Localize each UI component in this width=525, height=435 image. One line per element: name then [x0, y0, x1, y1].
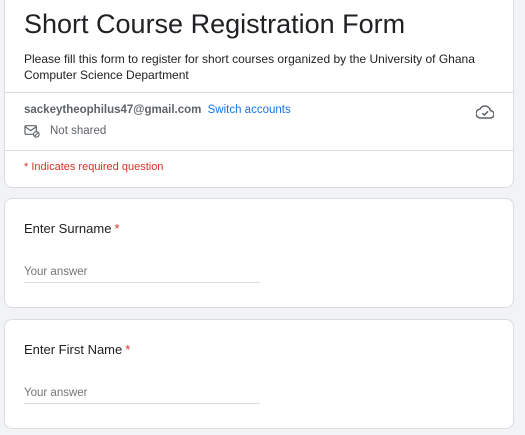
form-header-card: Short Course Registration Form Please fi… [4, 0, 514, 188]
surname-label-text: Enter Surname [24, 221, 112, 236]
shared-status-row: Not shared [24, 124, 106, 138]
form-description: Please fill this form to register for sh… [24, 52, 475, 82]
shared-status-text: Not shared [50, 125, 107, 137]
account-divider [5, 150, 513, 151]
question-label-surname: Enter Surname * [24, 221, 120, 237]
surname-input[interactable] [24, 262, 260, 283]
account-email: sackeytheophilus47@gmail.com [24, 104, 202, 116]
required-asterisk: * [114, 221, 120, 236]
header-divider [5, 92, 513, 93]
account-row: sackeytheophilus47@gmail.com Switch acco… [24, 103, 291, 118]
question-card-first-name: Enter First Name * [4, 319, 514, 429]
cloud-check-icon [476, 105, 494, 119]
switch-accounts-link[interactable]: Switch accounts [208, 104, 291, 116]
required-asterisk: * [125, 342, 131, 357]
form-title: Short Course Registration Form [24, 9, 406, 39]
required-question-note: * Indicates required question [24, 161, 164, 173]
mail-not-shared-icon [24, 125, 40, 138]
first-name-label-text: Enter First Name [24, 342, 123, 357]
question-label-first-name: Enter First Name * [24, 342, 130, 358]
first-name-input[interactable] [24, 383, 260, 404]
question-card-surname: Enter Surname * [4, 198, 514, 308]
